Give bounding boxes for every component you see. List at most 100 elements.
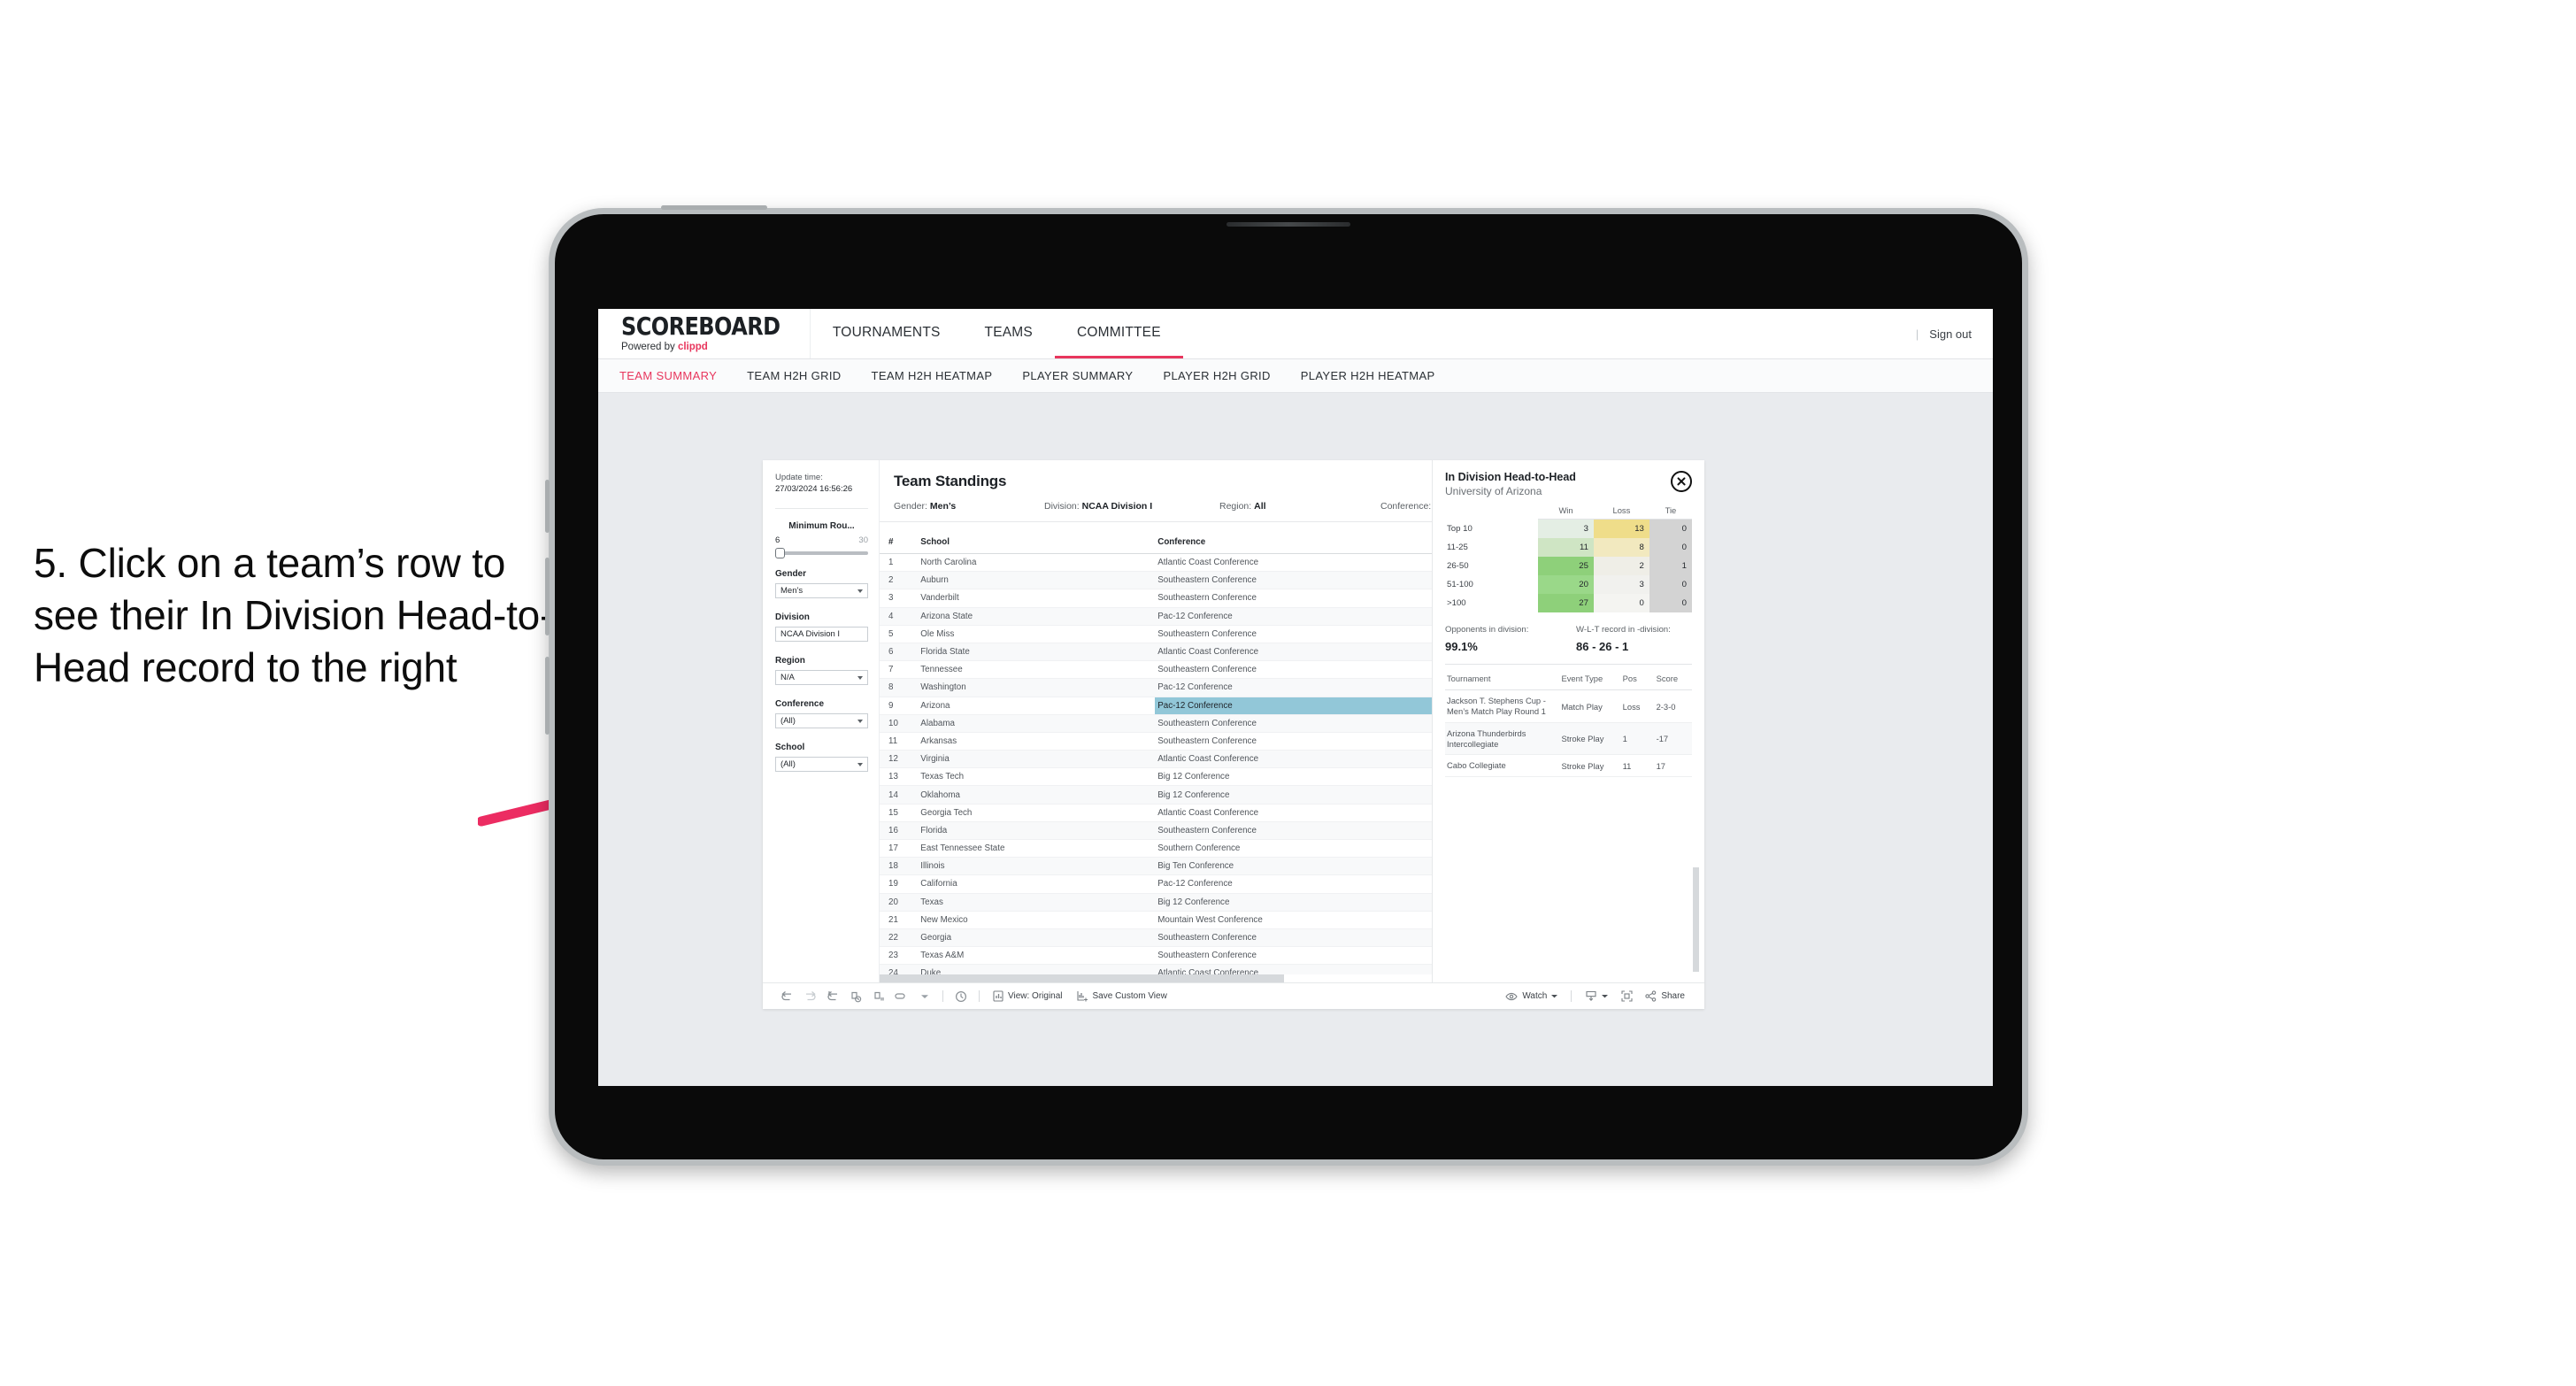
h2h-cell-tie: 1 [1649, 556, 1692, 575]
h2h-matrix-header-row: Win Loss Tie [1445, 505, 1692, 520]
tab-player-h2h-heatmap[interactable]: PLAYER H2H HEATMAP [1301, 369, 1435, 382]
row-conference: Big Ten Conference [1155, 857, 1470, 876]
row-conference: Big 12 Conference [1155, 785, 1470, 805]
toolbar-divider-1 [942, 990, 943, 1002]
row-school: North Carolina [918, 553, 1156, 573]
row-school: Vanderbilt [918, 589, 1156, 608]
share-button[interactable]: Share [1638, 990, 1692, 1002]
filter-school-select[interactable]: (All) [775, 757, 868, 772]
evt-col-pos[interactable]: Pos [1620, 666, 1655, 691]
row-index: 15 [880, 804, 919, 822]
evt-col-event-type[interactable]: Event Type [1559, 666, 1621, 691]
col-index[interactable]: # [880, 522, 919, 554]
brand-title: SCOREBOARD [621, 312, 780, 341]
header-divider: | [1915, 327, 1919, 341]
meta-division: Division: NCAA Division I [1044, 501, 1219, 512]
row-school: Georgia [918, 928, 1156, 948]
download-button[interactable] [1578, 990, 1615, 1002]
filter-division-select[interactable]: NCAA Division I [775, 627, 868, 642]
row-conference: Atlantic Coast Conference [1155, 804, 1470, 822]
fullscreen-icon[interactable] [1615, 987, 1638, 1006]
row-index: 12 [880, 750, 919, 769]
row-conference: Southeastern Conference [1155, 714, 1470, 733]
chevron-down-icon [857, 589, 863, 593]
meta-region-value: All [1254, 501, 1266, 512]
row-index: 21 [880, 911, 919, 929]
row-conference: Southeastern Conference [1155, 821, 1470, 841]
events-table-body: Jackson T. Stephens Cup - Men’s Match Pl… [1445, 689, 1692, 777]
evt-tournament: Jackson T. Stephens Cup - Men’s Match Pl… [1445, 689, 1560, 723]
h2h-cell-win: 3 [1538, 519, 1594, 538]
scrollbar-thumb[interactable] [880, 974, 1284, 982]
toolbar-divider-2 [979, 990, 980, 1002]
evt-col-tournament[interactable]: Tournament [1445, 666, 1560, 691]
layout-icon[interactable] [890, 987, 913, 1006]
nav-item-committee[interactable]: COMMITTEE [1054, 309, 1183, 358]
events-table-head: Tournament Event Type Pos Score [1445, 666, 1692, 691]
h2h-cell-tie: 0 [1649, 593, 1692, 612]
slider-handle[interactable] [775, 548, 785, 558]
pause-updates-icon[interactable] [867, 987, 890, 1006]
row-index: 13 [880, 767, 919, 787]
stat-opponents-in-division: Opponents in division: 99.1% [1445, 625, 1569, 653]
close-icon[interactable] [1671, 471, 1692, 492]
chevron-down-icon [857, 719, 863, 723]
brand-subtitle: Powered by clippd [621, 342, 787, 352]
col-school[interactable]: School [918, 522, 1156, 554]
sign-out-link[interactable]: Sign out [1929, 327, 1972, 341]
tab-player-summary[interactable]: PLAYER SUMMARY [1022, 369, 1133, 382]
tab-team-h2h-grid[interactable]: TEAM H2H GRID [747, 369, 841, 382]
device-top-button [661, 205, 767, 210]
evt-score: -17 [1654, 722, 1692, 756]
save-custom-view-button[interactable]: Save Custom View [1070, 990, 1174, 1002]
slider-max-value: 30 [858, 535, 868, 545]
pause-timer-icon[interactable] [950, 987, 973, 1006]
stat-wlt-value: 86 - 26 - 1 [1576, 639, 1629, 653]
row-school: Virginia [918, 750, 1156, 769]
redo-icon[interactable] [798, 987, 821, 1006]
row-school: Illinois [918, 857, 1156, 876]
nav-item-tournaments[interactable]: TOURNAMENTS [811, 309, 963, 358]
tab-team-summary[interactable]: TEAM SUMMARY [619, 369, 717, 382]
chevron-down-icon[interactable] [913, 987, 936, 1006]
bottom-toolbar: View: Original Save Custom View Watch Sh… [763, 982, 1704, 1009]
watch-button[interactable]: Watch [1498, 991, 1565, 1001]
refresh-data-icon[interactable] [844, 987, 867, 1006]
list-item[interactable]: Jackson T. Stephens Cup - Men’s Match Pl… [1445, 689, 1692, 723]
events-scrollbar[interactable] [1693, 867, 1699, 972]
view-original-button[interactable]: View: Original [986, 990, 1070, 1002]
slider-min-value: 6 [775, 535, 780, 545]
row-conference: Southeastern Conference [1155, 625, 1470, 643]
row-conference: Atlantic Coast Conference [1155, 553, 1470, 573]
brand-sub-accent: clippd [677, 342, 708, 352]
nav-item-teams[interactable]: TEAMS [963, 309, 1055, 358]
tablet-screen: SCOREBOARD Powered by clippd TOURNAMENTS… [598, 309, 1993, 1086]
evt-type: Stroke Play [1559, 754, 1621, 777]
filter-division-value: NCAA Division I [780, 629, 841, 639]
list-item[interactable]: Arizona Thunderbirds Intercollegiate Stro… [1445, 722, 1692, 756]
h2h-cell-tie: 0 [1649, 574, 1692, 594]
revert-icon[interactable] [821, 987, 844, 1006]
evt-tournament: Arizona Thunderbirds Intercollegiate [1445, 722, 1560, 756]
col-conference[interactable]: Conference [1155, 522, 1470, 554]
evt-col-score[interactable]: Score [1654, 666, 1692, 691]
evt-pos: Loss [1620, 689, 1655, 723]
h2h-matrix-row: >100 27 0 0 [1445, 593, 1692, 612]
filter-sidebar: Update time: 27/03/2024 16:56:26 Minimum… [763, 460, 880, 982]
slider-track[interactable] [775, 548, 868, 558]
tab-team-h2h-heatmap[interactable]: TEAM H2H HEATMAP [872, 369, 993, 382]
filter-conference-select[interactable]: (All) [775, 713, 868, 728]
row-index: 23 [880, 946, 919, 966]
events-table: Tournament Event Type Pos Score Jackson … [1445, 666, 1692, 778]
filter-gender-select[interactable]: Men’s [775, 583, 868, 598]
row-school: Oklahoma [918, 785, 1156, 805]
row-conference: Southeastern Conference [1155, 946, 1470, 966]
list-item[interactable]: Cabo Collegiate Stroke Play 11 17 [1445, 754, 1692, 777]
filter-conference: Conference (All) [775, 699, 868, 728]
tab-player-h2h-grid[interactable]: PLAYER H2H GRID [1163, 369, 1270, 382]
filter-region-select[interactable]: N/A [775, 670, 868, 685]
filter-region-label: Region [775, 656, 805, 666]
row-index: 17 [880, 839, 919, 859]
undo-icon[interactable] [775, 987, 798, 1006]
app-header: SCOREBOARD Powered by clippd TOURNAMENTS… [598, 309, 1993, 359]
